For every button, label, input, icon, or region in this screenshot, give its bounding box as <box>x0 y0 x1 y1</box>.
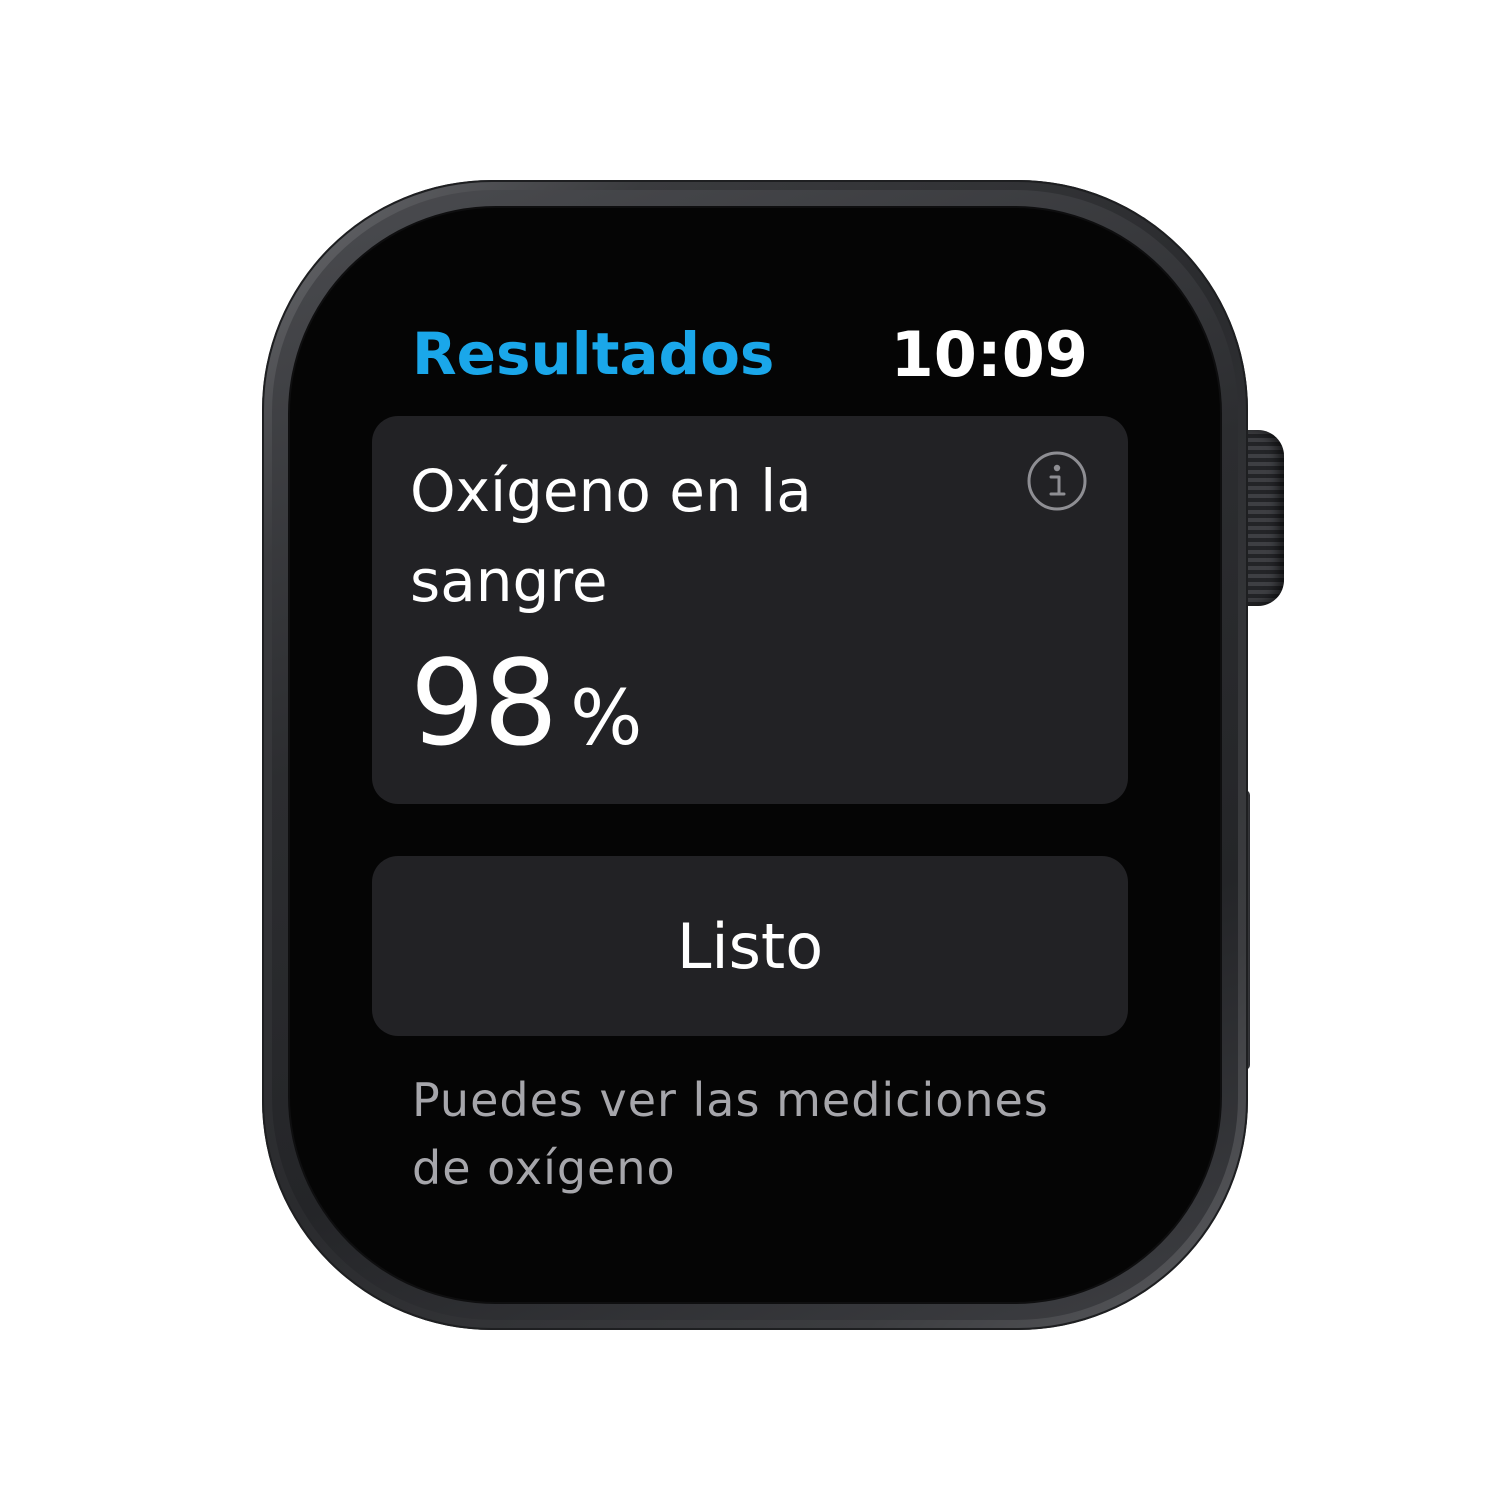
result-label: Oxígeno en la sangre <box>410 457 812 615</box>
done-button[interactable]: Listo <box>372 856 1128 1036</box>
footnote-text: Puedes ver las mediciones de oxígeno <box>412 1073 1049 1195</box>
watch-screen: Resultados 10:09 Oxígeno en la sangre 98… <box>300 268 1210 1250</box>
result-card: Oxígeno en la sangre 98% <box>372 416 1128 804</box>
status-time: 10:09 <box>890 318 1088 391</box>
result-unit: % <box>570 673 643 762</box>
info-icon[interactable] <box>1026 450 1088 512</box>
result-value: 98% <box>410 634 642 772</box>
result-number: 98 <box>410 634 558 772</box>
product-image: Resultados 10:09 Oxígeno en la sangre 98… <box>0 0 1500 1500</box>
page-title[interactable]: Resultados <box>412 320 774 388</box>
